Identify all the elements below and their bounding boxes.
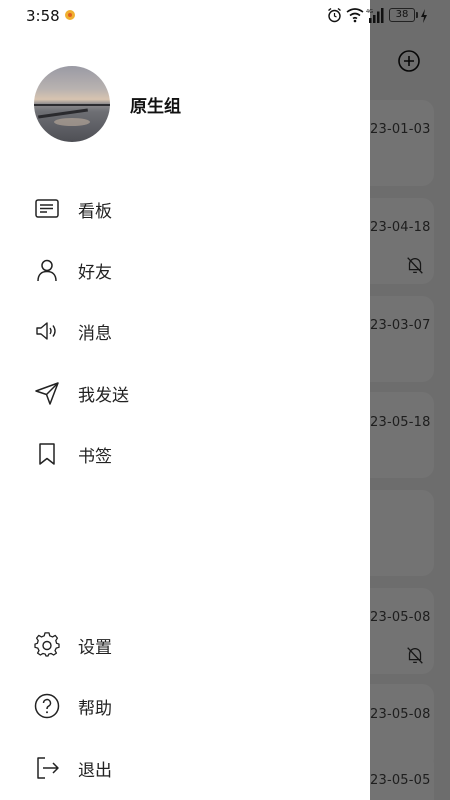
- status-icons: 4G 38: [327, 7, 437, 25]
- navigation-drawer: 原生组 看板 好友 消息 我发送 书签 设置 帮助 退出: [0, 0, 370, 800]
- profile-name: 原生组: [130, 97, 181, 117]
- menu-item-label: 帮助: [78, 699, 112, 719]
- menu-item-label: 退出: [78, 761, 112, 781]
- alarm-icon: [328, 7, 341, 23]
- svg-text:4G: 4G: [366, 9, 373, 15]
- notification-app-icon: [65, 10, 75, 20]
- menu-item-logout[interactable]: 退出: [0, 742, 370, 792]
- menu-item-settings[interactable]: 设置: [0, 619, 370, 669]
- gear-icon: [34, 632, 60, 657]
- menu-item-bookmarks[interactable]: 书签: [0, 428, 370, 478]
- menu-item-sent[interactable]: 我发送: [0, 367, 370, 417]
- charging-icon: [421, 9, 427, 23]
- send-icon: [35, 382, 59, 405]
- avatar[interactable]: [34, 66, 110, 142]
- menu-item-label: 看板: [78, 202, 112, 222]
- menu-item-label: 设置: [78, 638, 112, 658]
- profile-header[interactable]: 原生组: [34, 66, 354, 142]
- menu-item-help[interactable]: 帮助: [0, 680, 370, 730]
- board-icon: [35, 199, 59, 218]
- menu-item-friends[interactable]: 好友: [0, 244, 370, 294]
- logout-icon: [37, 757, 59, 779]
- signal-icon: 4G: [366, 8, 384, 23]
- status-bar: 3:58 4G 38: [0, 0, 450, 32]
- help-icon: [34, 693, 60, 719]
- wifi-icon: [346, 8, 364, 23]
- person-icon: [37, 259, 57, 282]
- menu-item-board[interactable]: 看板: [0, 183, 370, 233]
- menu-item-label: 我发送: [78, 386, 129, 406]
- battery-indicator: 38: [389, 8, 415, 22]
- menu-item-messages[interactable]: 消息: [0, 305, 370, 355]
- menu-item-label: 消息: [78, 324, 112, 344]
- bookmark-icon: [39, 443, 55, 465]
- menu-item-label: 书签: [78, 447, 112, 467]
- speaker-icon: [36, 322, 56, 340]
- battery-tip: [416, 12, 418, 18]
- status-time: 3:58: [26, 7, 60, 25]
- menu-item-label: 好友: [78, 263, 112, 283]
